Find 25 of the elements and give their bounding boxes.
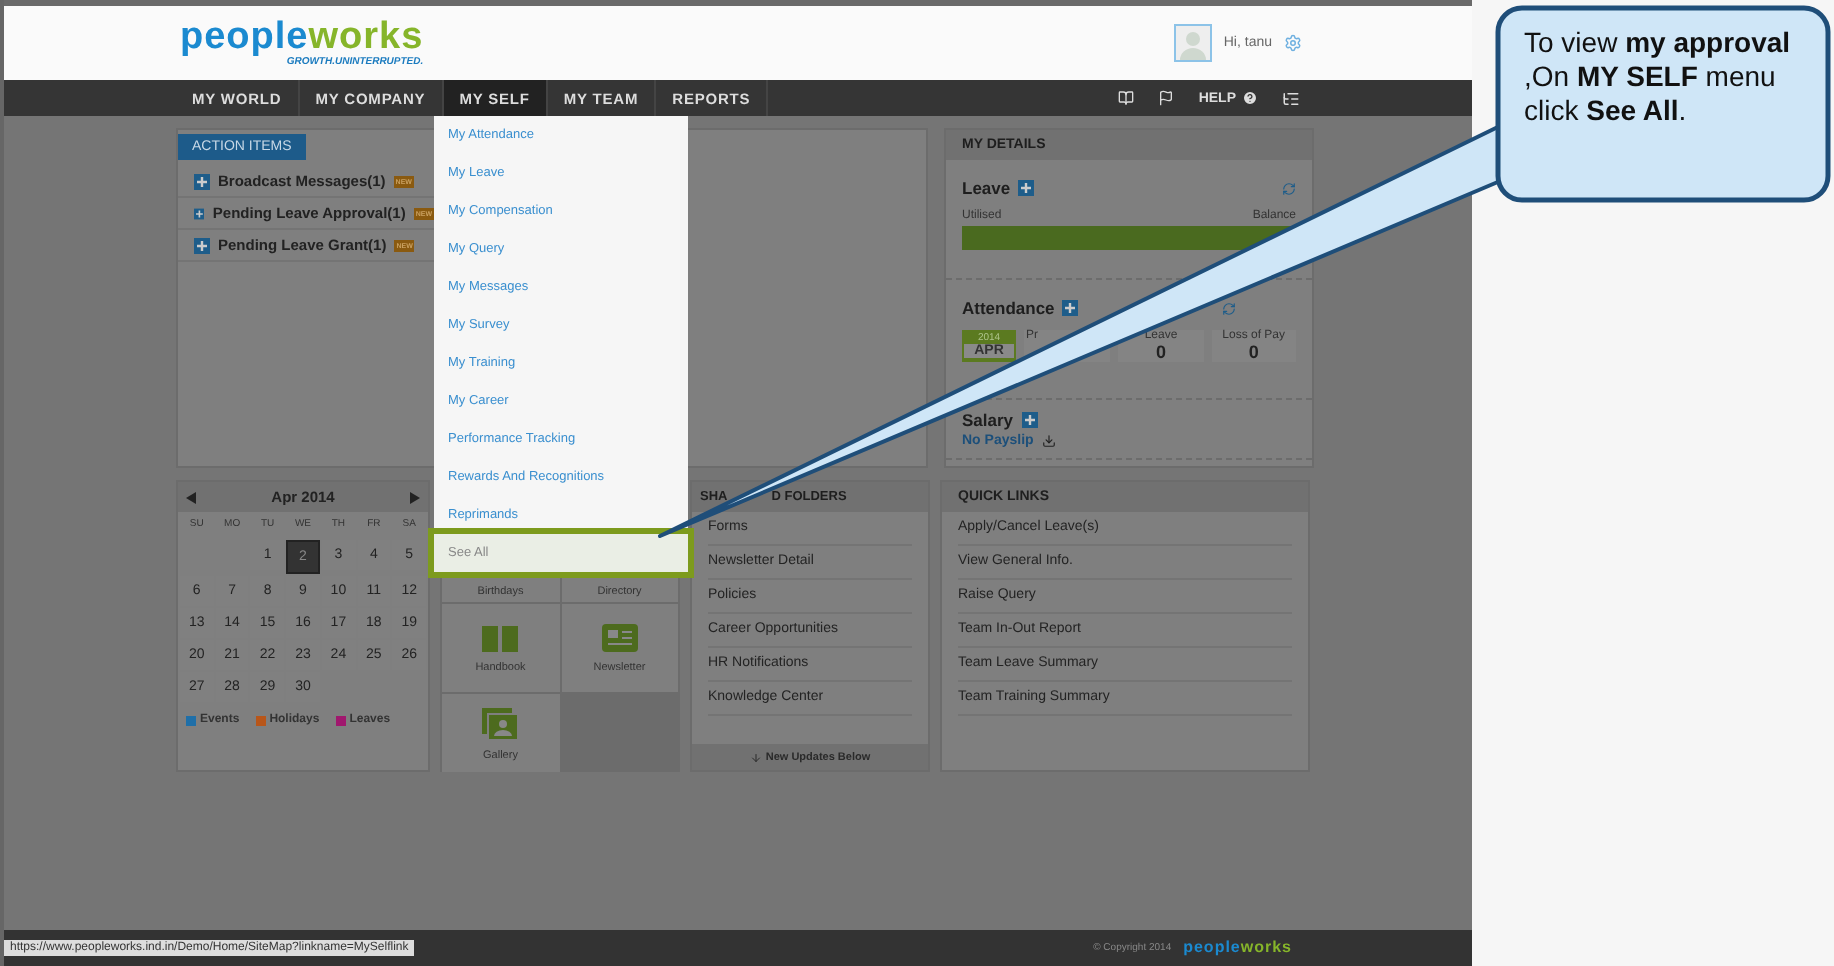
help-icon[interactable] (1242, 90, 1258, 106)
expand-icon[interactable] (194, 173, 210, 189)
previous-icon[interactable] (186, 491, 196, 503)
section-title: Attendance (962, 298, 1055, 318)
gallery-icon (480, 705, 521, 741)
expand-icon[interactable] (1021, 412, 1038, 428)
next-icon[interactable] (410, 491, 420, 503)
expand-icon[interactable] (1062, 300, 1079, 316)
flag-icon[interactable] (1158, 90, 1175, 106)
logo-text: peopleworks (1183, 940, 1292, 956)
expand-icon[interactable] (194, 237, 210, 253)
expand-icon[interactable] (194, 205, 205, 221)
download-icon[interactable] (1041, 434, 1056, 448)
expand-icon[interactable] (1018, 180, 1035, 196)
callout-text: To view my approval ,On MY SELF menu click See All. (1524, 26, 1793, 128)
book-icon[interactable] (1118, 90, 1135, 106)
section-title: Salary (962, 410, 1014, 430)
avatar-icon (1173, 24, 1212, 62)
newspaper-icon (599, 622, 640, 654)
book-icon (480, 622, 521, 654)
section-title: Leave (962, 178, 1011, 198)
tree-icon[interactable] (1282, 89, 1300, 107)
logo-text: peopleworks (180, 18, 424, 56)
attendance-value: 0 (1155, 342, 1166, 362)
attendance-value: 0 (1248, 342, 1259, 362)
